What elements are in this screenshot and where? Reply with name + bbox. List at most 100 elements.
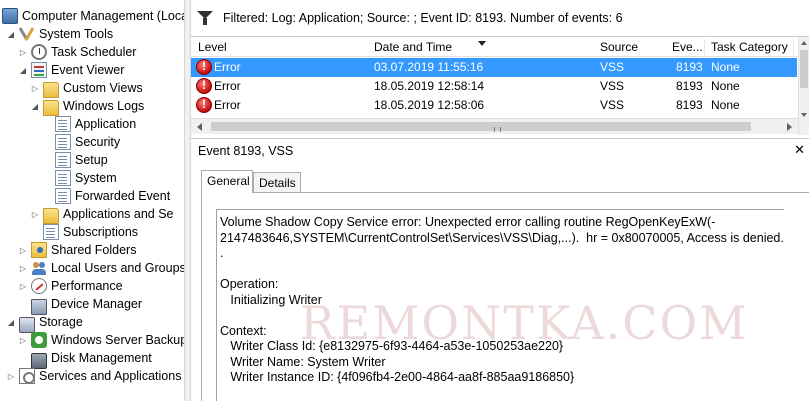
error-icon (196, 59, 212, 75)
message-line: Context: (220, 323, 267, 338)
tree-item[interactable]: ◢ Event Viewer (18, 61, 124, 79)
tree-item-label: Security (75, 135, 121, 149)
scroll-thumb[interactable] (800, 50, 808, 88)
tree-item[interactable]: Security (42, 133, 120, 151)
tree-item[interactable]: Computer Management (Local (2, 7, 184, 25)
event-detail-pane: Event 8193, VSS ✕ General Details Volume… (191, 138, 809, 401)
tools-icon (19, 26, 35, 42)
collapse-icon[interactable]: ◢ (30, 101, 40, 111)
event-row[interactable]: Error 03.07.2019 11:55:16 VSS 8193 None (191, 58, 797, 77)
tree-item[interactable]: ▷ Applications and Se (30, 205, 174, 224)
message-line: . (220, 246, 224, 260)
expand-icon[interactable]: ▷ (18, 47, 28, 57)
expand-icon[interactable]: ▷ (18, 245, 28, 255)
column-source[interactable]: Source (600, 40, 638, 54)
column-date-time[interactable]: Date and Time (374, 40, 452, 54)
event-category: None (711, 98, 740, 112)
collapse-icon[interactable]: ◢ (6, 29, 16, 39)
tree-item[interactable]: Application (42, 115, 137, 133)
folder-icon (43, 82, 59, 98)
scroll-up-icon[interactable] (801, 41, 807, 45)
expand-icon[interactable]: ▷ (6, 371, 16, 381)
pane-splitter[interactable] (184, 0, 191, 401)
event-event-id: 8193 (676, 79, 703, 93)
column-separator[interactable] (793, 39, 794, 55)
scroll-thumb[interactable] (211, 122, 751, 132)
tree-item[interactable]: ◢ Windows Logs (30, 97, 145, 116)
scroll-right-icon[interactable] (787, 123, 792, 131)
tree-item[interactable]: ◢ Storage (6, 313, 83, 333)
tree-item-label: Computer Management (Local (22, 9, 184, 23)
tree-item-label: Local Users and Groups (51, 261, 184, 275)
tree-item-label: Windows Logs (63, 99, 145, 113)
tree-item[interactable]: ▷ Custom Views (30, 79, 143, 98)
expand-icon[interactable]: ▷ (18, 335, 28, 345)
tab-body: Volume Shadow Copy Service error: Unexpe… (201, 192, 809, 401)
tree-item[interactable]: Forwarded Event (42, 187, 170, 205)
tree-item[interactable]: System (42, 169, 117, 187)
expand-icon[interactable]: ▷ (18, 281, 28, 291)
event-row[interactable]: Error 18.05.2019 12:58:06 VSS 8193 None (191, 96, 797, 115)
message-line: Writer Class Id: {e8132975-6f93-4464-a53… (220, 339, 564, 353)
scroll-down-icon[interactable] (801, 113, 807, 117)
column-task-category[interactable]: Task Category (711, 40, 788, 54)
vertical-scrollbar[interactable] (798, 37, 809, 135)
tree-item-label: Windows Server Backup (51, 333, 184, 347)
event-message[interactable]: Volume Shadow Copy Service error: Unexpe… (216, 209, 784, 401)
tree-item-label: Disk Management (51, 351, 152, 365)
column-separator[interactable] (704, 39, 705, 55)
log-icon (55, 152, 71, 168)
message-line: Writer Name: System Writer (220, 354, 386, 369)
message-line: Volume Shadow Copy Service error: Unexpe… (220, 215, 716, 229)
filter-icon (197, 11, 213, 25)
horizontal-scrollbar[interactable] (191, 118, 798, 134)
computer-icon (2, 8, 18, 24)
tree-item[interactable]: ▷ Windows Server Backup (18, 331, 184, 349)
tree-item-label: Shared Folders (51, 243, 137, 257)
expand-icon[interactable]: ▷ (30, 209, 40, 219)
message-line (220, 308, 781, 324)
tree-item[interactable]: ▷ Performance (18, 277, 123, 295)
tree-item[interactable]: ▷ Task Scheduler (18, 43, 136, 61)
expand-icon[interactable]: ▷ (18, 263, 28, 273)
log-icon (55, 134, 71, 150)
tree-item[interactable]: Device Manager (18, 295, 143, 315)
tree-item[interactable]: Disk Management (18, 349, 152, 369)
tree-item[interactable]: ▷ Services and Applications (6, 367, 181, 385)
sort-descending-icon (478, 41, 486, 46)
message-line: 2147483646,SYSTEM\CurrentControlSet\Serv… (220, 230, 784, 245)
event-source: VSS (600, 79, 625, 93)
expand-icon[interactable]: ▷ (30, 83, 40, 93)
close-icon[interactable]: ✕ (794, 142, 805, 158)
tab-details[interactable]: Details (253, 172, 301, 192)
tree-item-label: Subscriptions (63, 225, 139, 239)
tree-item[interactable]: ▷ Shared Folders (18, 241, 136, 259)
message-line: Writer Instance ID: {4f096fb4-2e00-4864-… (220, 370, 575, 384)
scroll-left-icon[interactable] (197, 123, 202, 131)
tab-general[interactable]: General (201, 170, 253, 193)
message-line (220, 262, 781, 278)
collapse-icon[interactable]: ◢ (6, 317, 16, 327)
collapse-icon[interactable]: ◢ (18, 65, 28, 75)
tree-item-label: Forwarded Event (75, 189, 171, 203)
tree-item-label: Performance (51, 279, 123, 293)
folder-icon (43, 100, 59, 116)
tree-item[interactable]: ◢ System Tools (6, 25, 113, 43)
event-event-id: 8193 (676, 98, 703, 112)
event-datetime: 18.05.2019 12:58:14 (374, 79, 485, 93)
tree-item[interactable]: ▷ Local Users and Groups (18, 259, 184, 277)
column-event-id[interactable]: Eve... (672, 40, 703, 54)
event-row[interactable]: Error 18.05.2019 12:58:14 VSS 8193 None (191, 77, 797, 96)
column-level[interactable]: Level (198, 40, 227, 54)
tree-item-label: Device Manager (51, 297, 143, 311)
tree-item[interactable]: Setup (42, 151, 108, 169)
tree-item[interactable]: Subscriptions (30, 223, 138, 241)
tree-item-label: System Tools (39, 27, 114, 41)
event-event-id: 8193 (676, 60, 703, 74)
